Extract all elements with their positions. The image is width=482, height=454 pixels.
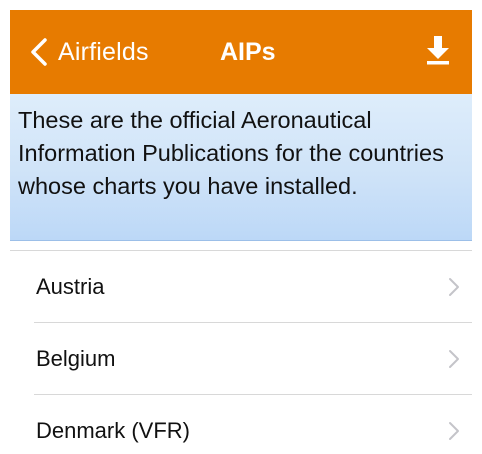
list-item-belgium[interactable]: Belgium bbox=[10, 323, 472, 395]
chevron-left-icon bbox=[28, 32, 50, 72]
download-icon bbox=[426, 35, 450, 70]
list-item-austria[interactable]: Austria bbox=[10, 251, 472, 323]
back-button[interactable]: Airfields bbox=[28, 32, 149, 72]
list-item-label: Belgium bbox=[36, 346, 116, 371]
chevron-right-icon bbox=[448, 277, 460, 297]
info-text: These are the official Aeronautical Info… bbox=[18, 107, 444, 199]
page-title: AIPs bbox=[220, 38, 276, 66]
list-item-label: Austria bbox=[36, 274, 105, 299]
aips-screen: Airfields AIPs These are the official Ae… bbox=[0, 0, 482, 454]
list-item-denmark-vfr[interactable]: Denmark (VFR) bbox=[10, 395, 472, 454]
download-button[interactable] bbox=[418, 32, 458, 72]
back-button-label: Airfields bbox=[58, 37, 149, 66]
info-banner: These are the official Aeronautical Info… bbox=[10, 94, 472, 241]
list-item-label: Denmark (VFR) bbox=[36, 418, 191, 443]
chevron-right-icon bbox=[448, 421, 460, 441]
aip-country-list: Austria Belgium Denmark (VFR) bbox=[10, 250, 472, 454]
chevron-right-icon bbox=[448, 349, 460, 369]
navigation-bar: Airfields AIPs bbox=[10, 10, 472, 94]
